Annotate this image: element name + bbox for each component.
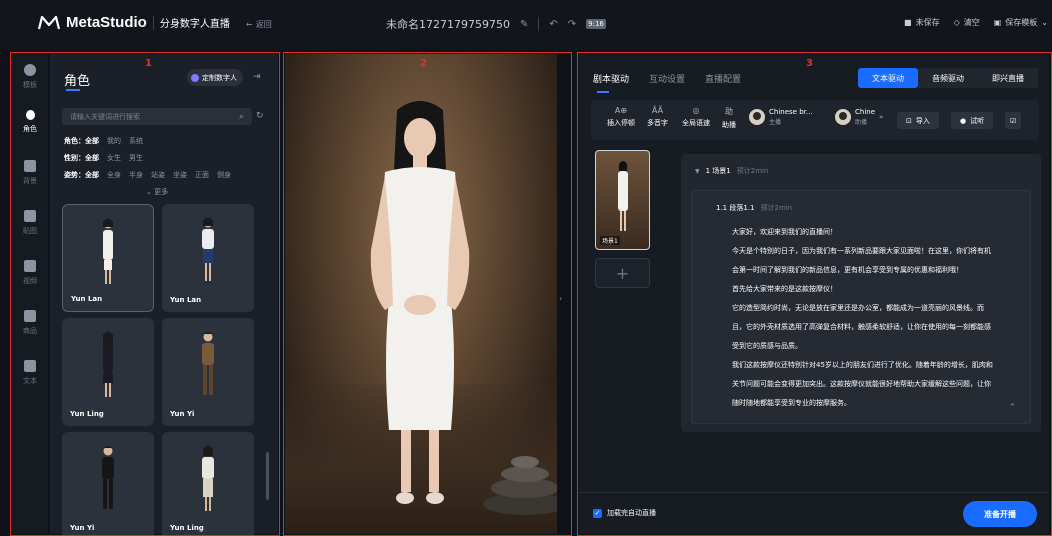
- annotation-number-1: 1: [145, 58, 152, 69]
- save-template-button[interactable]: ▣ 保存模板 ⌄: [994, 17, 1048, 28]
- template-save-icon: ▣: [993, 18, 1002, 27]
- clear-button[interactable]: ◇ 清空: [954, 17, 980, 28]
- title-divider: [538, 17, 540, 31]
- top-bar: MetaStudio 分身数字人直播 ← 返回 未命名1727179759750…: [0, 0, 1052, 50]
- top-right-actions: ■ 未保存 ◇ 清空 ▣ 保存模板 ⌄: [904, 17, 1048, 28]
- logo: MetaStudio 分身数字人直播: [38, 14, 230, 31]
- metastudio-logo-icon: [38, 15, 60, 29]
- annotation-number-3: 3: [806, 58, 813, 69]
- redo-icon[interactable]: ↷: [568, 19, 576, 30]
- edit-icon[interactable]: ✎: [520, 19, 528, 30]
- annotation-box-3: [577, 52, 1052, 536]
- arrow-left-icon: ←: [246, 20, 253, 29]
- product-subtitle: 分身数字人直播: [159, 19, 230, 30]
- annotation-number-2: 2: [420, 58, 427, 69]
- project-name: 未命名1727179759750: [386, 18, 510, 31]
- clear-label: 清空: [963, 18, 980, 27]
- back-label: 返回: [255, 20, 272, 29]
- project-title-bar: 未命名1727179759750 ✎ ↶ ↷ 9:16: [386, 16, 606, 32]
- logo-divider: [152, 15, 154, 30]
- unsaved-label: 未保存: [915, 18, 940, 27]
- chevron-down-icon: ⌄: [1041, 18, 1048, 27]
- undo-icon[interactable]: ↶: [549, 19, 557, 30]
- save-template-label: 保存模板: [1005, 18, 1038, 27]
- annotation-box-1: [10, 52, 280, 536]
- aspect-ratio-button[interactable]: 9:16: [586, 19, 606, 29]
- clear-icon: ◇: [953, 18, 960, 27]
- annotation-box-2: [283, 52, 572, 536]
- back-button[interactable]: ← 返回: [246, 19, 272, 30]
- logo-text: MetaStudio: [66, 14, 147, 31]
- unsaved-status: ■ 未保存: [904, 17, 940, 28]
- save-status-icon: ■: [904, 18, 912, 27]
